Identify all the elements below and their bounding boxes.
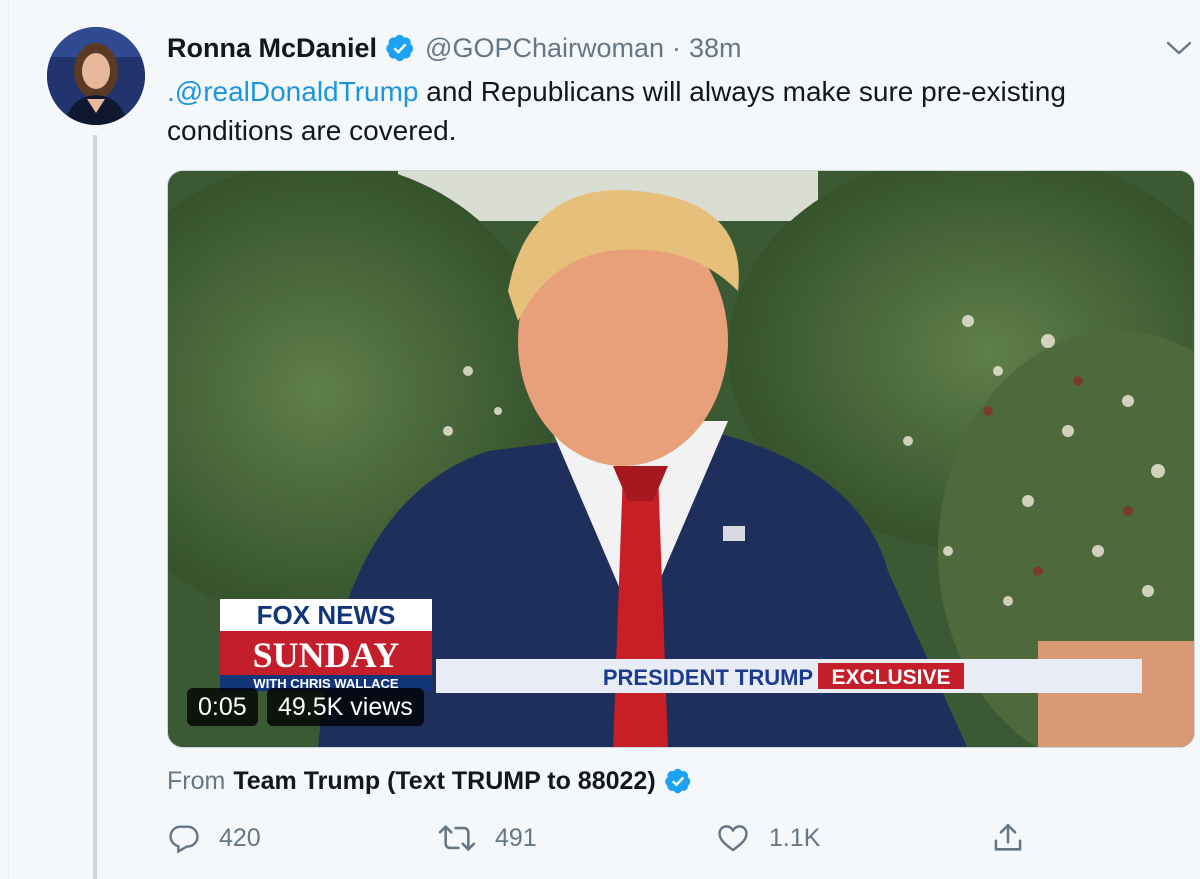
video-source: From Team Trump (Text TRUMP to 88022) [167, 764, 692, 798]
verified-badge-icon [385, 33, 415, 63]
mention-link[interactable]: .@realDonaldTrump [167, 76, 418, 107]
like-count: 1.1K [769, 823, 821, 852]
retweet-button[interactable]: 491 [437, 820, 537, 856]
share-button[interactable] [991, 820, 1043, 856]
author-avatar[interactable] [47, 27, 145, 125]
video-frame: FOX NEWS SUNDAY WITH CHRIS WALLACE PRESI… [168, 171, 1194, 747]
fox-sunday-text: SUNDAY [253, 635, 400, 675]
source-label: From [167, 767, 226, 795]
reply-button[interactable]: 420 [167, 820, 261, 856]
retweet-icon [438, 825, 476, 851]
verified-badge-icon [664, 767, 692, 795]
reply-icon [169, 825, 199, 854]
exclusive-tag-text: EXCLUSIVE [831, 666, 950, 689]
author-name[interactable]: Ronna McDaniel [167, 33, 377, 64]
like-button[interactable]: 1.1K [715, 820, 820, 856]
video-player[interactable]: FOX NEWS SUNDAY WITH CHRIS WALLACE PRESI… [167, 170, 1195, 748]
author-handle[interactable]: @GOPChairwoman [425, 33, 664, 64]
source-account-link[interactable]: Team Trump (Text TRUMP to 88022) [233, 764, 655, 798]
like-icon [718, 825, 748, 852]
reply-count: 420 [219, 823, 261, 852]
tweet-timestamp[interactable]: 38m [689, 33, 742, 64]
video-views-badge: 49.5K views [267, 688, 424, 726]
thread-line [93, 135, 97, 879]
fox-news-logo-text: FOX NEWS [257, 600, 396, 630]
chevron-down-icon[interactable] [1165, 36, 1193, 60]
lower-third-text: PRESIDENT TRUMP [603, 665, 813, 690]
retweet-count: 491 [495, 823, 537, 852]
share-icon [994, 823, 1022, 851]
tweet-header: Ronna McDaniel @GOPChairwoman · 38m [167, 30, 742, 66]
tweet-card[interactable]: Ronna McDaniel @GOPChairwoman · 38m .@re… [8, 0, 1200, 879]
tweet-text: .@realDonaldTrump and Republicans will a… [167, 72, 1177, 150]
header-separator: · [672, 32, 682, 63]
video-duration-badge: 0:05 [187, 688, 258, 726]
